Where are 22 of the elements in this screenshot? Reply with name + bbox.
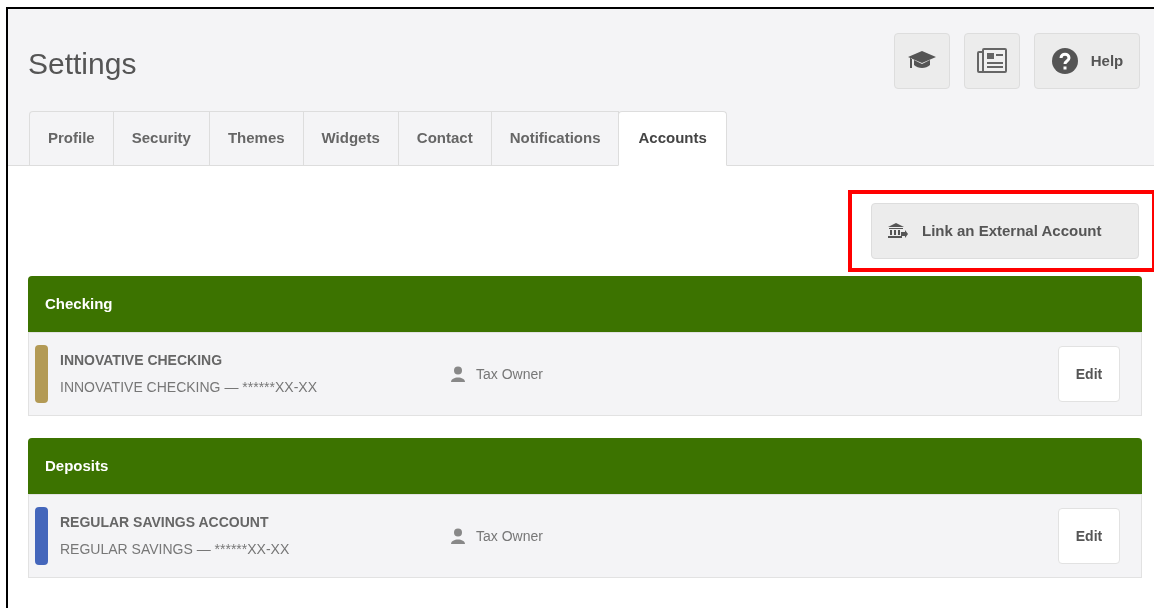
- person-icon: [450, 528, 466, 544]
- newspaper-icon: [977, 48, 1007, 74]
- news-button[interactable]: [964, 33, 1020, 89]
- edit-button[interactable]: Edit: [1058, 508, 1120, 564]
- owner-label: Tax Owner: [476, 526, 543, 546]
- person-icon: [450, 366, 466, 382]
- edit-button[interactable]: Edit: [1058, 346, 1120, 402]
- page-title: Settings: [28, 46, 137, 82]
- tab[interactable]: Accounts: [618, 111, 727, 166]
- account-detail: INNOVATIVE CHECKING — ******XX-XX: [60, 378, 318, 397]
- account-name: INNOVATIVE CHECKING: [60, 351, 224, 370]
- tutorial-button[interactable]: [894, 33, 950, 89]
- help-button[interactable]: Help: [1034, 33, 1140, 89]
- account-name: REGULAR SAVINGS ACCOUNT: [60, 513, 270, 532]
- account-detail: REGULAR SAVINGS — ******XX-XX: [60, 540, 291, 559]
- owner-label: Tax Owner: [476, 364, 543, 384]
- bank-icon: [888, 223, 908, 239]
- section-header: Checking: [28, 276, 1142, 332]
- help-icon: [1050, 47, 1079, 75]
- link-account-button[interactable]: Link an External Account: [871, 203, 1139, 259]
- tab[interactable]: Profile: [29, 111, 114, 165]
- section-header: Deposits: [28, 438, 1142, 494]
